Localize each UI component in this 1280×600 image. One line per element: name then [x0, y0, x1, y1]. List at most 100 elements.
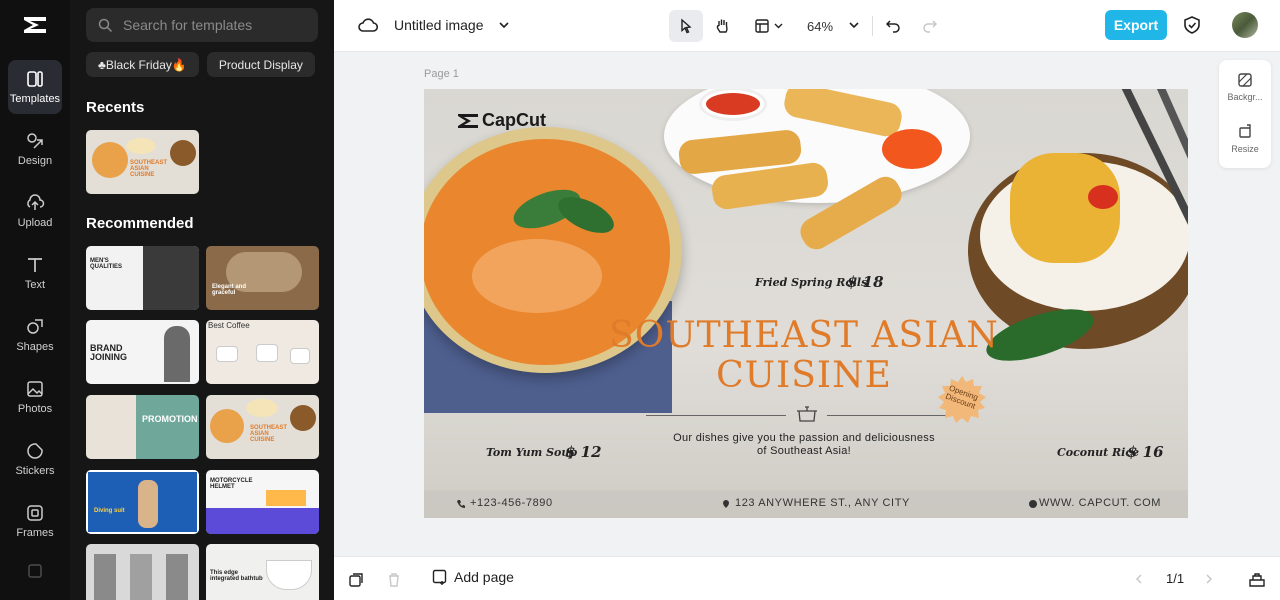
bottom-toolbar: Add page 1/1 [334, 556, 1280, 600]
chevron-left-icon[interactable] [1134, 573, 1144, 585]
cloud-icon[interactable] [358, 16, 378, 34]
description-line: of Southeast Asia! [756, 445, 852, 457]
resize-icon [1239, 124, 1251, 138]
thumb-label: Best Coffee [208, 321, 250, 330]
chip-black-friday[interactable]: ♣Black Friday🔥 [86, 52, 199, 77]
export-button[interactable]: Export [1105, 10, 1167, 40]
background-tool[interactable]: Backgr... [1219, 72, 1271, 102]
left-rail: Templates Design Upload Text Shapes Phot… [0, 0, 70, 600]
phone-icon [457, 500, 465, 509]
template-thumb[interactable]: Elegant and graceful [206, 246, 319, 310]
design-canvas[interactable]: CapCut Fried Spring Rolls $ 18 SOUTHEAST… [424, 89, 1188, 518]
location-icon [723, 500, 729, 508]
template-thumb[interactable]: Best Coffee [206, 320, 319, 384]
template-panel: ♣Black Friday🔥 Product Display Recents S… [70, 0, 334, 600]
background-label: Backgr... [1227, 92, 1263, 102]
add-page-button[interactable]: Add page [432, 569, 514, 585]
capcut-logo-icon[interactable] [21, 12, 49, 38]
template-thumb[interactable]: SOUTHEAST ASIAN CUISINE [206, 395, 319, 459]
undo-icon[interactable] [885, 17, 901, 33]
divider [872, 16, 873, 36]
template-thumb[interactable]: BRAND JOINING [86, 320, 199, 384]
rail-label: Stickers [15, 465, 55, 477]
search-input[interactable] [123, 17, 303, 33]
zoom-level[interactable]: 64% [800, 10, 840, 42]
chevron-down-icon[interactable] [848, 20, 860, 30]
layers-icon[interactable] [1248, 571, 1266, 589]
chili-sauce [706, 93, 760, 115]
rail-label: Upload [17, 217, 53, 229]
chevron-down-icon[interactable] [498, 20, 510, 30]
rail-item-more[interactable] [8, 556, 62, 586]
top-toolbar: Untitled image 64% Export [334, 0, 1280, 52]
thumb-label: MOTORCYCLE HELMET [210, 478, 253, 490]
rail-label: Templates [9, 93, 61, 105]
search-icon [98, 18, 113, 32]
text-icon [28, 258, 42, 272]
resize-label: Resize [1231, 144, 1259, 154]
design-description: Our dishes give you the passion and deli… [634, 432, 974, 458]
menu-item-price: $ 12 [565, 443, 602, 461]
template-thumb[interactable]: MOTORCYCLE HELMET [206, 470, 319, 534]
thumb-label: This edge integrated bathtub [210, 570, 263, 582]
select-tool-button[interactable] [669, 10, 703, 42]
globe-icon [1029, 500, 1037, 508]
pointer-icon [681, 18, 692, 34]
template-search[interactable] [86, 8, 318, 42]
rail-label: Design [17, 155, 53, 167]
shrimp [472, 239, 602, 313]
layout-button[interactable] [748, 10, 788, 42]
rail-item-frames[interactable]: Frames [8, 494, 62, 548]
rail-item-photos[interactable]: Photos [8, 370, 62, 424]
capcut-logo-icon [458, 114, 478, 128]
document-title[interactable]: Untitled image [394, 17, 484, 33]
thumb-label: SOUTHEAST ASIAN CUISINE [130, 160, 168, 178]
stickers-icon [27, 443, 43, 459]
hand-tool-button[interactable] [706, 10, 740, 42]
menu-item-name: Tom Yum Soup [486, 446, 578, 459]
chevron-right-icon[interactable] [1204, 573, 1214, 585]
thumb-label: BRAND JOINING [90, 343, 128, 362]
page-label: Page 1 [424, 68, 459, 80]
template-thumb[interactable] [86, 544, 199, 600]
frames-icon [27, 505, 43, 521]
background-icon [1238, 73, 1252, 87]
thumb-label: MEN'S QUALITIES [90, 258, 123, 270]
rail-item-text[interactable]: Text [8, 246, 62, 300]
red-pepper [1088, 185, 1118, 209]
templates-icon [27, 71, 43, 87]
redo-icon[interactable] [922, 17, 938, 33]
rail-item-shapes[interactable]: Shapes [8, 308, 62, 362]
rail-item-stickers[interactable]: Stickers [8, 432, 62, 486]
rail-label: Frames [16, 527, 54, 539]
avatar[interactable] [1232, 12, 1258, 38]
shield-icon[interactable] [1183, 15, 1201, 35]
template-thumb[interactable]: PROMOTION [86, 395, 199, 459]
upload-icon [27, 194, 45, 210]
rail-item-design[interactable]: Design [8, 122, 62, 176]
add-page-icon [432, 569, 447, 585]
description-line: Our dishes give you the passion and deli… [673, 432, 935, 444]
trash-icon[interactable] [386, 572, 402, 588]
template-thumb[interactable]: This edge integrated bathtub [206, 544, 319, 600]
thumb-label: SOUTHEAST ASIAN CUISINE [250, 425, 288, 443]
rail-label: Shapes [16, 341, 54, 353]
template-thumb[interactable]: Diving suit [86, 470, 199, 534]
brand-name: CapCut [482, 110, 546, 130]
duplicate-page-icon[interactable] [348, 572, 364, 588]
more-icon [28, 564, 42, 578]
carrot-flower [882, 129, 942, 169]
rail-item-upload[interactable]: Upload [8, 184, 62, 238]
recents-title: Recents [86, 99, 145, 116]
rail-item-templates[interactable]: Templates [8, 60, 62, 114]
add-page-label: Add page [454, 569, 514, 585]
photos-icon [27, 381, 43, 397]
pot-icon [797, 406, 817, 422]
resize-tool[interactable]: Resize [1219, 124, 1271, 154]
template-thumb[interactable]: MEN'S QUALITIES [86, 246, 199, 310]
rail-label: Text [24, 279, 46, 291]
chip-product-display[interactable]: Product Display [206, 52, 315, 77]
chevron-down-icon [774, 23, 782, 29]
recent-template-thumb[interactable]: SOUTHEAST ASIAN CUISINE [86, 130, 199, 194]
canvas-workspace: Page 1 CapCut Fried Spring Rolls $ 18 SO… [334, 52, 1280, 556]
